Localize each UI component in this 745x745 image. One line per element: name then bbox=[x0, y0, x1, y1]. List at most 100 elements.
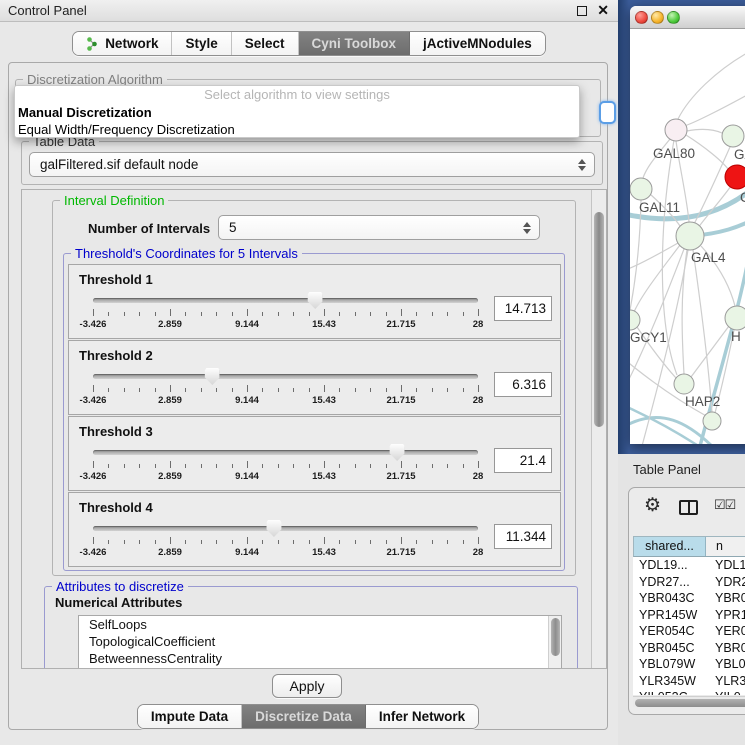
close-icon[interactable]: ✕ bbox=[597, 2, 609, 19]
list-item[interactable]: BetweennessCentrality bbox=[79, 650, 561, 667]
list-item[interactable]: TopologicalCoefficient bbox=[79, 633, 561, 650]
table-cell[interactable]: YBL079W bbox=[633, 656, 705, 673]
table-cell[interactable]: YBL0 bbox=[705, 656, 745, 673]
tab-discretize-data[interactable]: Discretize Data bbox=[242, 705, 366, 728]
close-traffic-light-icon[interactable] bbox=[635, 11, 648, 24]
tab-cyni-toolbox[interactable]: Cyni Toolbox bbox=[299, 32, 411, 55]
threshold-2-value-field[interactable]: 6.316 bbox=[494, 372, 552, 397]
table-cell[interactable]: YER054C bbox=[633, 623, 705, 640]
threshold-4-value-field[interactable]: 11.344 bbox=[494, 524, 552, 549]
table-row[interactable]: YDL19...YDL1 bbox=[633, 557, 745, 574]
list-item[interactable]: SelfLoops bbox=[79, 616, 561, 633]
network-window-titlebar[interactable] bbox=[630, 6, 745, 29]
tab-network[interactable]: Network bbox=[73, 32, 172, 55]
column-layout-icon[interactable] bbox=[679, 500, 698, 515]
list-scrollbar[interactable] bbox=[548, 616, 561, 669]
slider-track[interactable] bbox=[93, 526, 478, 531]
dropdown-item-equal-width[interactable]: Equal Width/Frequency Discretization bbox=[15, 121, 579, 138]
table-row[interactable]: YDR27...YDR2 bbox=[633, 574, 745, 591]
spinner-arrows-icon bbox=[523, 222, 531, 234]
panel-scrollbar[interactable] bbox=[591, 190, 606, 668]
tab-jactivemnodules[interactable]: jActiveMNodules bbox=[410, 32, 545, 55]
numerical-attributes-label: Numerical Attributes bbox=[55, 595, 182, 610]
table-cell[interactable]: YDL1 bbox=[705, 557, 745, 574]
checkbox-icons[interactable]: ☑☑ bbox=[714, 497, 735, 513]
table-row[interactable]: YPR145WYPR1 bbox=[633, 607, 745, 624]
apply-button[interactable]: Apply bbox=[272, 674, 342, 698]
slider-thumb[interactable] bbox=[266, 520, 281, 537]
table-cell[interactable]: YIL052C bbox=[633, 689, 705, 695]
node-selected-red[interactable] bbox=[725, 165, 745, 189]
num-intervals-combobox[interactable]: 5 bbox=[218, 215, 540, 240]
node-gal4[interactable] bbox=[676, 222, 704, 250]
tab-label: Select bbox=[245, 36, 285, 51]
slider-track[interactable] bbox=[93, 374, 478, 379]
network-nodes[interactable] bbox=[630, 119, 745, 430]
slider-ticks bbox=[93, 461, 478, 469]
list-scrollbar-thumb[interactable] bbox=[551, 618, 560, 656]
node-gcy1[interactable] bbox=[630, 310, 640, 330]
node-ga[interactable] bbox=[722, 125, 744, 147]
dropdown-placeholder-item[interactable]: Select algorithm to view settings bbox=[15, 86, 579, 104]
float-window-icon[interactable] bbox=[577, 6, 587, 16]
column-header-shared-name[interactable]: shared... bbox=[634, 537, 706, 556]
slider-track[interactable] bbox=[93, 298, 478, 303]
table-cell[interactable]: YDR27... bbox=[633, 574, 705, 591]
table-cell[interactable]: YLR345W bbox=[633, 673, 705, 690]
panel-scrollbar-thumb[interactable] bbox=[594, 212, 604, 427]
table-row[interactable]: YBR045CYBR0 bbox=[633, 640, 745, 657]
table-cell[interactable]: YER0 bbox=[705, 623, 745, 640]
slider-thumb[interactable] bbox=[308, 292, 323, 309]
tab-label: Infer Network bbox=[379, 709, 465, 724]
node-partial[interactable] bbox=[703, 412, 721, 430]
tab-impute-data[interactable]: Impute Data bbox=[138, 705, 242, 728]
column-header-name[interactable]: n bbox=[706, 537, 745, 556]
threshold-3-value-field[interactable]: 21.4 bbox=[494, 448, 552, 473]
network-desktop: GAL80 GA C GAL11 GAL4 GCY1 H HAP2 bbox=[618, 0, 745, 454]
threshold-3-slider[interactable]: -3.4262.8599.14415.4321.71528 bbox=[93, 445, 478, 489]
table-cell[interactable]: YBR0 bbox=[705, 640, 745, 657]
node-h[interactable] bbox=[725, 306, 745, 330]
node-gal11[interactable] bbox=[630, 178, 652, 200]
slider-thumb[interactable] bbox=[390, 444, 405, 461]
slider-thumb[interactable] bbox=[205, 368, 220, 385]
table-row[interactable]: YIL052CYIL0 bbox=[633, 689, 745, 695]
threshold-coordinates-group: Threshold's Coordinates for 5 Intervals … bbox=[63, 253, 565, 571]
table-row[interactable]: YER054CYER0 bbox=[633, 623, 745, 640]
table-horizontal-scrollbar[interactable] bbox=[633, 696, 745, 707]
threshold-1-value-field[interactable]: 14.713 bbox=[494, 296, 552, 321]
table-cell[interactable]: YBR043C bbox=[633, 590, 705, 607]
dropdown-item-manual[interactable]: Manual Discretization bbox=[15, 104, 579, 121]
table-data-combobox[interactable]: galFiltered.sif default node bbox=[29, 152, 595, 177]
slider-track[interactable] bbox=[93, 450, 478, 455]
minimize-traffic-light-icon[interactable] bbox=[651, 11, 664, 24]
table-cell[interactable]: YPR1 bbox=[705, 607, 745, 624]
slider-tick-labels: -3.4262.8599.14415.4321.71528 bbox=[93, 471, 478, 483]
table-row[interactable]: YLR345WYLR3 bbox=[633, 673, 745, 690]
table-cell[interactable]: YLR3 bbox=[705, 673, 745, 690]
network-canvas[interactable]: GAL80 GA C GAL11 GAL4 GCY1 H HAP2 bbox=[630, 29, 745, 444]
node-label: GAL4 bbox=[691, 250, 726, 265]
table-row[interactable]: YBL079WYBL0 bbox=[633, 656, 745, 673]
node-hap2[interactable] bbox=[674, 374, 694, 394]
network-view-window[interactable]: GAL80 GA C GAL11 GAL4 GCY1 H HAP2 bbox=[630, 6, 745, 444]
table-row[interactable]: YBR043CYBR0 bbox=[633, 590, 745, 607]
table-cell[interactable]: YBR045C bbox=[633, 640, 705, 657]
table-cell[interactable]: YBR0 bbox=[705, 590, 745, 607]
network-icon bbox=[86, 37, 99, 51]
zoom-traffic-light-icon[interactable] bbox=[667, 11, 680, 24]
table-cell[interactable]: YDR2 bbox=[705, 574, 745, 591]
table-scrollbar-thumb[interactable] bbox=[635, 699, 745, 707]
tab-infer-network[interactable]: Infer Network bbox=[366, 705, 478, 728]
table-cell[interactable]: YDL19... bbox=[633, 557, 705, 574]
node-gal80[interactable] bbox=[665, 119, 687, 141]
threshold-1-slider[interactable]: -3.4262.8599.14415.4321.71528 bbox=[93, 293, 478, 337]
table-cell[interactable]: YPR145W bbox=[633, 607, 705, 624]
algorithm-combobox-fragment[interactable] bbox=[599, 101, 616, 124]
table-cell[interactable]: YIL0 bbox=[705, 689, 745, 695]
threshold-4-slider[interactable]: -3.4262.8599.14415.4321.71528 bbox=[93, 521, 478, 565]
gear-icon[interactable]: ⚙ bbox=[644, 494, 661, 517]
tab-select[interactable]: Select bbox=[232, 32, 299, 55]
threshold-2-slider[interactable]: -3.4262.8599.14415.4321.71528 bbox=[93, 369, 478, 413]
tab-style[interactable]: Style bbox=[172, 32, 231, 55]
